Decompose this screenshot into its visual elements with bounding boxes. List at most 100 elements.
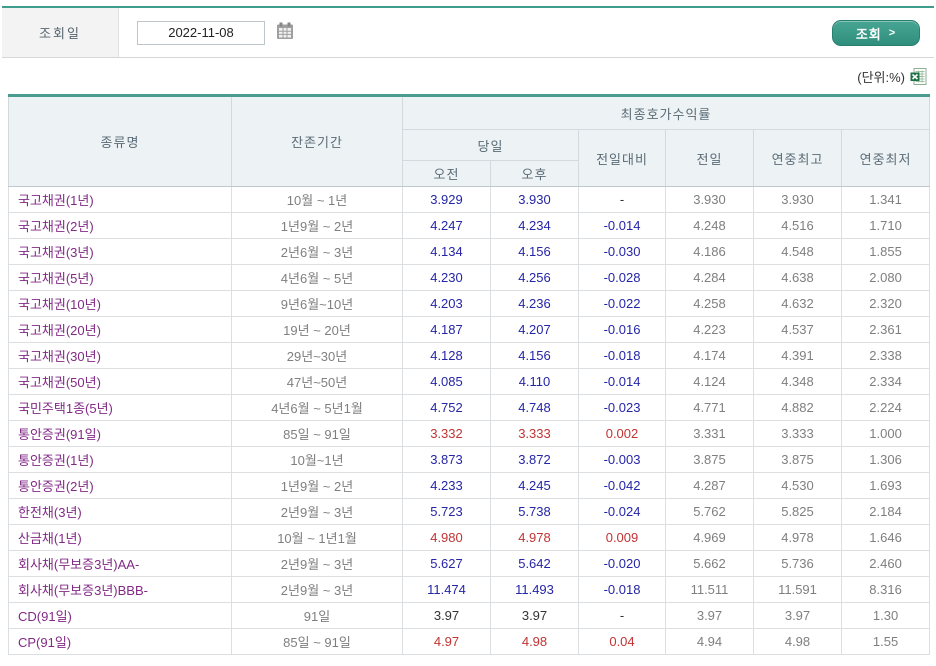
year-high: 3.333: [753, 420, 842, 447]
year-low: 2.361: [840, 316, 931, 343]
yield-prev-day: 4.174: [665, 342, 754, 369]
change-vs-prev: -0.020: [578, 550, 666, 577]
remaining-period: 4년6월 ~ 5년1월: [231, 394, 403, 421]
bond-name: 국민주택1종(5년): [8, 394, 232, 421]
bond-name: CD(91일): [8, 602, 232, 629]
change-vs-prev: -0.024: [578, 498, 666, 525]
year-low: 2.184: [840, 498, 931, 525]
yield-am: 4.134: [402, 238, 491, 265]
yield-prev-day: 4.969: [665, 524, 754, 551]
bond-name: 국고채권(3년): [8, 238, 232, 265]
calendar-button[interactable]: [276, 22, 294, 43]
col-header-today: 당일: [402, 129, 579, 161]
yield-prev-day: 4.124: [665, 368, 754, 395]
bond-name: 회사채(무보증3년)AA-: [8, 550, 232, 577]
year-low: 2.334: [840, 368, 931, 395]
bond-name: 국고채권(5년): [8, 264, 232, 291]
year-high: 5.736: [753, 550, 842, 577]
yield-prev-day: 5.762: [665, 498, 754, 525]
remaining-period: 2년6월 ~ 3년: [231, 238, 403, 265]
year-low: 2.080: [840, 264, 931, 291]
year-low: 2.320: [840, 290, 931, 317]
change-vs-prev: 0.04: [578, 628, 666, 655]
remaining-period: 1년9월 ~ 2년: [231, 212, 403, 239]
yield-am: 5.627: [402, 550, 491, 577]
year-high: 11.591: [753, 576, 842, 603]
search-button[interactable]: 조회 >: [832, 20, 920, 46]
col-header-am: 오전: [402, 160, 491, 187]
yield-pm: 4.245: [490, 472, 579, 499]
remaining-period: 4년6월 ~ 5년: [231, 264, 403, 291]
yield-am: 4.980: [402, 524, 491, 551]
year-high: 4.632: [753, 290, 842, 317]
yield-am: 3.332: [402, 420, 491, 447]
yield-pm: 4.110: [490, 368, 579, 395]
bond-name: 국고채권(10년): [8, 290, 232, 317]
change-vs-prev: 0.002: [578, 420, 666, 447]
yield-table: 종류명 잔존기간 최종호가수익률 당일 전일대비 전일 연중최고 연중최저 오전…: [8, 94, 931, 655]
bond-name: CP(91일): [8, 628, 232, 655]
yield-pm: 3.930: [490, 186, 579, 213]
year-low: 2.338: [840, 342, 931, 369]
bond-name: 국고채권(50년): [8, 368, 232, 395]
yield-am: 4.128: [402, 342, 491, 369]
date-label: 조회일: [2, 8, 119, 57]
yield-prev-day: 3.97: [665, 602, 754, 629]
change-vs-prev: -0.018: [578, 576, 666, 603]
yield-am: 3.929: [402, 186, 491, 213]
yield-pm: 4.207: [490, 316, 579, 343]
yield-am: 3.97: [402, 602, 491, 629]
change-vs-prev: 0.009: [578, 524, 666, 551]
table-row: 한전채(3년) 2년9월 ~ 3년 5.723 5.738 -0.024 5.7…: [8, 498, 931, 525]
table-row: 통안증권(2년) 1년9월 ~ 2년 4.233 4.245 -0.042 4.…: [8, 472, 931, 499]
remaining-period: 2년9월 ~ 3년: [231, 498, 403, 525]
yield-am: 4.247: [402, 212, 491, 239]
year-high: 4.516: [753, 212, 842, 239]
remaining-period: 9년6월~10년: [231, 290, 403, 317]
yield-prev-day: 4.94: [665, 628, 754, 655]
yield-prev-day: 4.287: [665, 472, 754, 499]
table-row: 국고채권(5년) 4년6월 ~ 5년 4.230 4.256 -0.028 4.…: [8, 264, 931, 291]
yield-prev-day: 11.511: [665, 576, 754, 603]
remaining-period: 19년 ~ 20년: [231, 316, 403, 343]
change-vs-prev: -0.022: [578, 290, 666, 317]
bond-name: 회사채(무보증3년)BBB-: [8, 576, 232, 603]
col-header-pm: 오후: [490, 160, 579, 187]
yield-am: 4.752: [402, 394, 491, 421]
table-row: 국고채권(30년) 29년~30년 4.128 4.156 -0.018 4.1…: [8, 342, 931, 369]
table-row: 통안증권(1년) 10월~1년 3.873 3.872 -0.003 3.875…: [8, 446, 931, 473]
remaining-period: 91일: [231, 602, 403, 629]
yield-prev-day: 4.284: [665, 264, 754, 291]
yield-pm: 4.236: [490, 290, 579, 317]
yield-am: 5.723: [402, 498, 491, 525]
yield-pm: 4.748: [490, 394, 579, 421]
bond-name: 산금채(1년): [8, 524, 232, 551]
year-low: 1.646: [840, 524, 931, 551]
yield-am: 4.085: [402, 368, 491, 395]
change-vs-prev: -0.023: [578, 394, 666, 421]
excel-icon[interactable]: [910, 67, 927, 85]
yield-prev-day: 3.930: [665, 186, 754, 213]
year-high: 4.537: [753, 316, 842, 343]
yield-prev-day: 4.771: [665, 394, 754, 421]
date-input[interactable]: [137, 20, 265, 45]
year-high: 4.391: [753, 342, 842, 369]
table-row: CP(91일) 85일 ~ 91일 4.97 4.98 0.04 4.94 4.…: [8, 628, 931, 655]
table-row: 국고채권(10년) 9년6월~10년 4.203 4.236 -0.022 4.…: [8, 290, 931, 317]
change-vs-prev: -0.014: [578, 212, 666, 239]
year-low: 1.710: [840, 212, 931, 239]
year-low: 1.55: [840, 628, 931, 655]
yield-pm: 5.642: [490, 550, 579, 577]
yield-am: 4.233: [402, 472, 491, 499]
calendar-icon: [276, 22, 294, 43]
year-high: 4.978: [753, 524, 842, 551]
yield-pm: 4.234: [490, 212, 579, 239]
yield-am: 4.97: [402, 628, 491, 655]
year-high: 4.530: [753, 472, 842, 499]
yield-am: 3.873: [402, 446, 491, 473]
table-row: 산금채(1년) 10월 ~ 1년1월 4.980 4.978 0.009 4.9…: [8, 524, 931, 551]
change-vs-prev: -: [578, 186, 666, 213]
year-high: 3.930: [753, 186, 842, 213]
yield-pm: 4.156: [490, 238, 579, 265]
col-header-change: 전일대비: [578, 129, 666, 187]
